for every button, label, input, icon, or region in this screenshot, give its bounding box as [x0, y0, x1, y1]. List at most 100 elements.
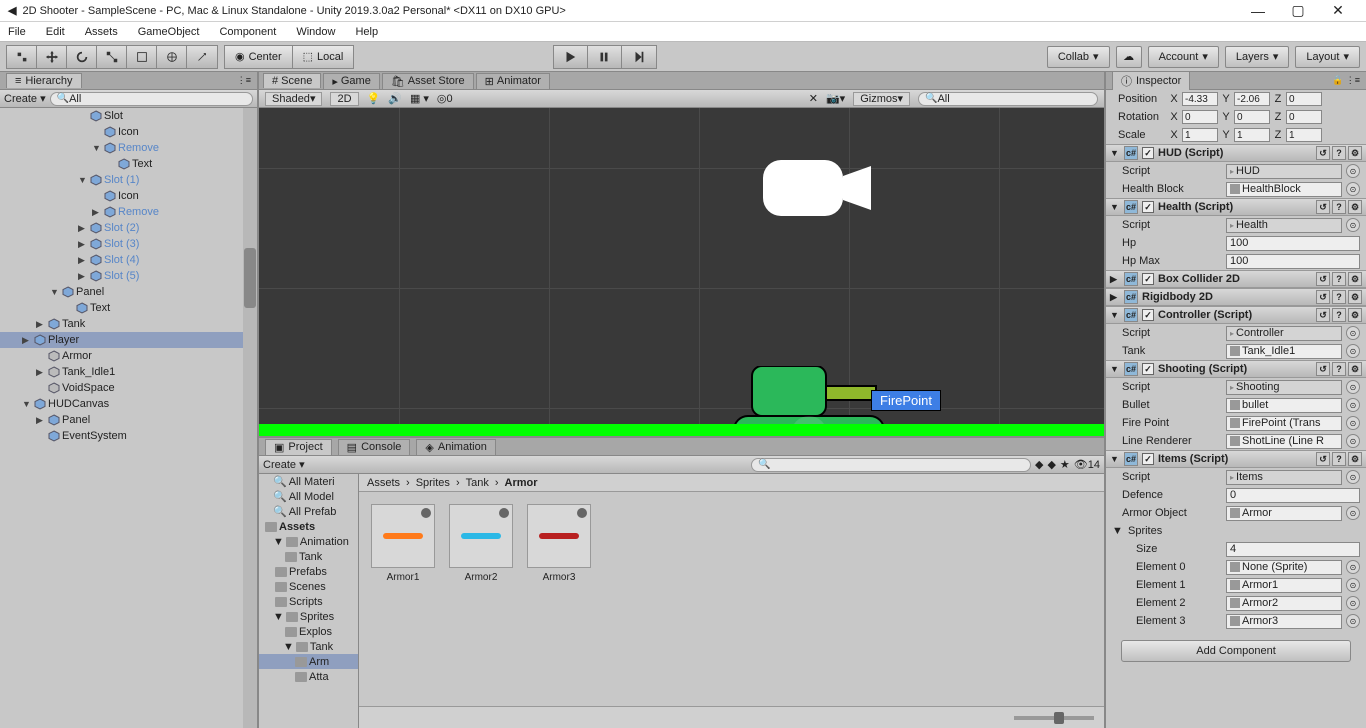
bc-armor[interactable]: Armor [505, 477, 538, 489]
property-value[interactable]: ▸Items [1226, 470, 1342, 485]
thumbnail-size-slider[interactable] [1014, 716, 1094, 720]
object-picker[interactable]: ⊙ [1346, 344, 1360, 358]
hierarchy-item[interactable]: ▶Panel [0, 412, 257, 428]
project-folders[interactable]: 🔍All Materi🔍All Model🔍All PrefabAssets▼A… [259, 474, 359, 728]
property-value[interactable]: ▸Health [1226, 218, 1342, 233]
add-component-button[interactable]: Add Component [1121, 640, 1351, 662]
object-picker[interactable]: ⊙ [1346, 560, 1360, 574]
tab-console[interactable]: ▤ Console [338, 439, 411, 455]
audio-toggle-icon[interactable]: 🔊 [388, 92, 402, 105]
property-value[interactable]: ▸HUD [1226, 164, 1342, 179]
property-value[interactable]: Armor1 [1226, 578, 1342, 593]
object-picker[interactable]: ⊙ [1346, 380, 1360, 394]
object-picker[interactable]: ⊙ [1346, 398, 1360, 412]
menu-assets[interactable]: Assets [83, 26, 120, 38]
property-value[interactable]: ▸Controller [1226, 326, 1342, 341]
project-folder[interactable]: ▼Tank [259, 639, 358, 654]
object-picker[interactable]: ⊙ [1346, 416, 1360, 430]
property-value[interactable]: ShotLine (Line R [1226, 434, 1342, 449]
tab-asset-store[interactable]: 🛍 Asset Store [382, 73, 474, 89]
hierarchy-tab[interactable]: ≡ Hierarchy [6, 73, 82, 88]
shading-mode[interactable]: Shaded ▾ [265, 92, 322, 106]
transform-tool[interactable] [157, 46, 187, 68]
collab-dropdown[interactable]: Collab ▾ [1047, 46, 1110, 68]
menu-component[interactable]: Component [217, 26, 278, 38]
layers-dropdown[interactable]: Layers ▾ [1225, 46, 1290, 68]
object-picker[interactable]: ⊙ [1346, 218, 1360, 232]
property-value[interactable]: 4 [1226, 542, 1360, 557]
object-picker[interactable]: ⊙ [1346, 434, 1360, 448]
hierarchy-item[interactable]: VoidSpace [0, 380, 257, 396]
object-picker[interactable]: ⊙ [1346, 506, 1360, 520]
play-button[interactable] [554, 46, 588, 68]
hidden-icon[interactable]: 👁14 [1074, 458, 1100, 471]
filter-icon-2[interactable]: ◆ [1047, 458, 1055, 471]
filter-icon[interactable]: ◆ [1035, 458, 1043, 471]
project-folder[interactable]: 🔍All Prefab [259, 504, 358, 519]
tab-project[interactable]: ▣ Project [265, 439, 332, 455]
hierarchy-item[interactable]: ▶Player [0, 332, 257, 348]
component-header[interactable]: ▼c#✓HUD (Script)↺?⚙ [1106, 144, 1366, 162]
property-value[interactable]: bullet [1226, 398, 1342, 413]
project-folder[interactable]: Atta [259, 669, 358, 684]
layout-dropdown[interactable]: Layout ▾ [1295, 46, 1360, 68]
project-search[interactable]: 🔍 [751, 458, 1031, 472]
panel-menu-icon[interactable]: ⋮≡ [237, 75, 251, 86]
project-folder[interactable]: Scripts [259, 594, 358, 609]
property-value[interactable]: ▸Shooting [1226, 380, 1342, 395]
asset-item[interactable]: Armor2 [449, 504, 513, 694]
object-picker[interactable]: ⊙ [1346, 164, 1360, 178]
hierarchy-item[interactable]: Armor [0, 348, 257, 364]
property-value[interactable]: Armor [1226, 506, 1342, 521]
project-folder[interactable]: 🔍All Materi [259, 474, 358, 489]
gizmos-dropdown[interactable]: Gizmos ▾ [853, 92, 910, 106]
component-header[interactable]: ▼c#✓Health (Script)↺?⚙ [1106, 198, 1366, 216]
project-folder[interactable]: Assets [259, 519, 358, 534]
hierarchy-item[interactable]: ▼HUDCanvas [0, 396, 257, 412]
hierarchy-item[interactable]: Text [0, 300, 257, 316]
project-folder[interactable]: Arm [259, 654, 358, 669]
component-header[interactable]: ▶c#✓Box Collider 2D↺?⚙ [1106, 270, 1366, 288]
asset-grid[interactable]: Armor1Armor2Armor3 [359, 492, 1104, 706]
object-picker[interactable]: ⊙ [1346, 614, 1360, 628]
hierarchy-item[interactable]: Text [0, 156, 257, 172]
rect-tool[interactable] [127, 46, 157, 68]
hierarchy-tree[interactable]: SlotIcon▼RemoveText▼Slot (1)Icon▶Remove▶… [0, 108, 257, 728]
step-button[interactable] [622, 46, 656, 68]
pos-z[interactable] [1286, 92, 1322, 106]
component-header[interactable]: ▼c#✓Controller (Script)↺?⚙ [1106, 306, 1366, 324]
gizmo-tools-icon[interactable]: ✕ [809, 92, 818, 105]
tab-animator[interactable]: ⊞ Animator [476, 73, 550, 89]
pivot-local[interactable]: ⬚ Local [293, 46, 354, 68]
hierarchy-item[interactable]: ▼Panel [0, 284, 257, 300]
menu-edit[interactable]: Edit [44, 26, 67, 38]
minimize-button[interactable]: — [1238, 0, 1278, 22]
scene-search[interactable]: 🔍All [918, 92, 1098, 106]
pivot-center[interactable]: ◉ Center [225, 46, 293, 68]
create-dropdown[interactable]: Create ▾ [4, 92, 46, 105]
component-header[interactable]: ▶c#Rigidbody 2D↺?⚙ [1106, 288, 1366, 306]
project-folder[interactable]: ▼Sprites [259, 609, 358, 624]
property-value[interactable]: 100 [1226, 254, 1360, 269]
hierarchy-item[interactable]: EventSystem [0, 428, 257, 444]
property-value[interactable]: HealthBlock [1226, 182, 1342, 197]
scene-viewport[interactable]: FirePoint [259, 108, 1104, 436]
tab-animation[interactable]: ◈ Animation [416, 439, 495, 455]
property-value[interactable]: Armor2 [1226, 596, 1342, 611]
firepoint-label[interactable]: FirePoint [871, 390, 941, 411]
pos-x[interactable] [1182, 92, 1218, 106]
menu-file[interactable]: File [6, 26, 28, 38]
project-folder[interactable]: Prefabs [259, 564, 358, 579]
bc-assets[interactable]: Assets [367, 477, 400, 489]
asset-item[interactable]: Armor3 [527, 504, 591, 694]
rot-y[interactable] [1234, 110, 1270, 124]
object-picker[interactable]: ⊙ [1346, 470, 1360, 484]
property-value[interactable]: Tank_Idle1 [1226, 344, 1342, 359]
layers-icon[interactable]: ◎0 [437, 92, 453, 105]
bc-tank[interactable]: Tank [466, 477, 489, 489]
property-value[interactable]: None (Sprite) [1226, 560, 1342, 575]
rotate-tool[interactable] [67, 46, 97, 68]
pause-button[interactable] [588, 46, 622, 68]
object-picker[interactable]: ⊙ [1346, 596, 1360, 610]
hand-tool[interactable] [7, 46, 37, 68]
